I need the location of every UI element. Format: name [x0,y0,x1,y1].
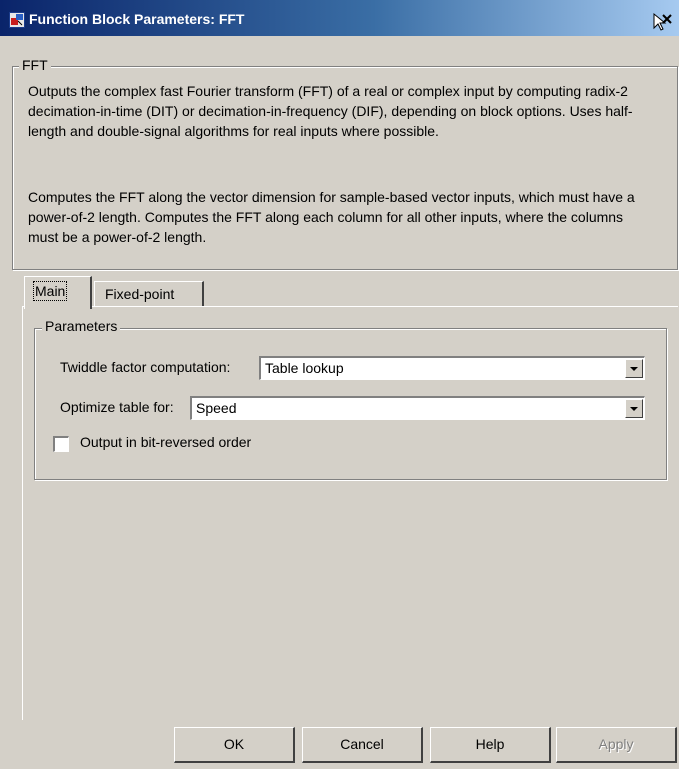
bit-reversed-label[interactable]: Output in bit-reversed order [80,434,251,450]
dialog-window: Function Block Parameters: FFT FFT Outpu… [0,0,681,769]
twiddle-factor-select[interactable]: Table lookup [259,356,645,380]
close-icon[interactable] [652,12,674,32]
block-description-paragraph-1: Outputs the complex fast Fourier transfo… [28,83,633,139]
optimize-table-select[interactable]: Speed [190,396,645,420]
tab-fixed-point-label: Fixed-point [105,286,175,302]
optimize-table-label: Optimize table for: [60,399,174,415]
simulink-block-icon[interactable] [9,12,25,28]
twiddle-factor-label: Twiddle factor computation: [60,359,231,375]
tab-fixed-point[interactable]: Fixed-point [94,281,204,307]
block-description-paragraph-2: Computes the FFT along the vector dimens… [28,189,635,245]
chevron-down-icon[interactable] [625,399,643,418]
bit-reversed-checkbox[interactable] [53,436,69,452]
ok-button[interactable]: OK [174,727,295,763]
parameters-legend: Parameters [42,318,121,334]
title-bar[interactable]: Function Block Parameters: FFT [0,0,679,36]
block-description-legend: FFT [19,57,51,73]
twiddle-factor-value: Table lookup [265,360,344,376]
cancel-button[interactable]: Cancel [302,727,423,763]
tab-main[interactable]: Main [24,276,92,309]
chevron-down-icon[interactable] [625,359,643,378]
apply-button[interactable]: Apply [556,727,677,763]
window-title: Function Block Parameters: FFT [29,11,245,27]
help-button[interactable]: Help [430,727,551,763]
tab-main-label: Main [32,281,68,301]
optimize-table-value: Speed [196,400,237,416]
